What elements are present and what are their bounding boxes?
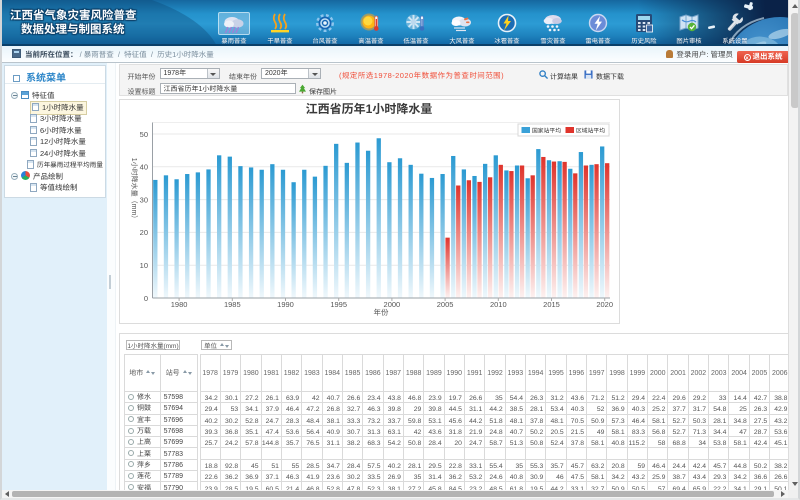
svg-text:区域站平均: 区域站平均: [576, 126, 605, 135]
svg-text:1990: 1990: [277, 299, 294, 310]
svg-text:30: 30: [140, 194, 148, 205]
svg-text:10: 10: [140, 260, 148, 271]
svg-text:40: 40: [140, 162, 148, 173]
svg-text:2020: 2020: [596, 299, 613, 310]
svg-text:年份: 年份: [374, 307, 389, 318]
svg-text:江西省历年1小时降水量: 江西省历年1小时降水量: [306, 100, 433, 117]
svg-text:2015: 2015: [543, 299, 560, 310]
svg-text:1980: 1980: [171, 299, 188, 310]
svg-text:1995: 1995: [330, 299, 347, 310]
svg-text:2010: 2010: [490, 299, 507, 310]
svg-text:1985: 1985: [224, 299, 241, 310]
svg-text:50: 50: [140, 129, 148, 140]
svg-text:2005: 2005: [437, 299, 454, 310]
svg-text:1小时降水量（mm）: 1小时降水量（mm）: [129, 158, 139, 223]
svg-text:国家站平均: 国家站平均: [532, 126, 561, 135]
svg-text:0: 0: [144, 293, 148, 304]
svg-text:20: 20: [140, 227, 148, 238]
